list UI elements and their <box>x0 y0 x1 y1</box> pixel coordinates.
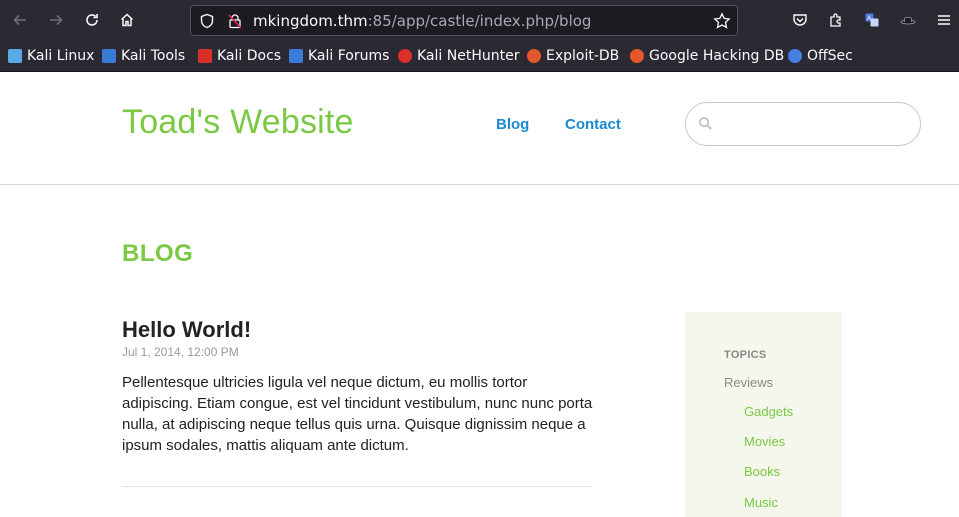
profile-button[interactable] <box>896 8 920 32</box>
bookmark-kali-linux[interactable]: Kali Linux <box>8 47 94 65</box>
bookmark-kali-tools[interactable]: Kali Tools <box>102 47 185 65</box>
url-host: mkingdom.thm <box>253 12 368 30</box>
topic-reviews[interactable]: Reviews <box>724 375 773 390</box>
home-button[interactable] <box>115 8 139 32</box>
topic-books-link[interactable]: Books <box>744 464 780 479</box>
browser-toolbar: mkingdom.thm:85/app/castle/index.php/blo… <box>0 0 959 40</box>
pocket-button[interactable] <box>788 8 812 32</box>
post-divider <box>122 486 592 487</box>
hamburger-icon <box>938 15 950 25</box>
web-page: Toad's Website Blog Contact BLOG Hello W… <box>0 73 959 517</box>
hat-icon <box>900 16 916 25</box>
shield-icon[interactable] <box>199 13 215 29</box>
puzzle-icon <box>830 13 841 27</box>
translate-button[interactable]: A <box>860 8 884 32</box>
topic-movies-link[interactable]: Movies <box>744 434 785 449</box>
search-box[interactable] <box>685 102 921 146</box>
exploit-db-icon <box>527 49 541 63</box>
reload-icon <box>86 14 98 26</box>
offsec-icon <box>788 49 802 63</box>
menu-button[interactable] <box>932 8 956 32</box>
url-path: :85/app/castle/index.php/blog <box>367 12 592 30</box>
bookmark-offsec[interactable]: OffSec <box>788 47 853 65</box>
search-icon <box>698 116 712 130</box>
bookmark-google-hacking-db[interactable]: Google Hacking DB <box>630 47 784 65</box>
kali-forums-icon <box>289 49 303 63</box>
address-bar[interactable]: mkingdom.thm:85/app/castle/index.php/blo… <box>190 5 738 36</box>
forward-arrow-icon <box>50 14 63 26</box>
post-date: Jul 1, 2014, 12:00 PM <box>122 345 239 359</box>
nav-blog-link[interactable]: Blog <box>496 116 529 133</box>
bookmark-label: Kali Forums <box>308 48 390 64</box>
nav-contact-link[interactable]: Contact <box>565 116 621 133</box>
bookmark-kali-docs[interactable]: Kali Docs <box>198 47 281 65</box>
topics-sidebar: TOPICS Reviews Gadgets Movies Books Musi… <box>685 312 842 517</box>
url-text[interactable]: mkingdom.thm:85/app/castle/index.php/blo… <box>253 12 591 30</box>
kali-docs-icon <box>198 49 212 63</box>
nethunter-icon <box>398 49 412 63</box>
bookmark-label: Kali Linux <box>27 48 95 64</box>
home-icon <box>120 13 134 27</box>
bookmark-label: Exploit-DB <box>546 48 620 64</box>
bookmark-label: Google Hacking DB <box>649 48 785 64</box>
bookmark-kali-forums[interactable]: Kali Forums <box>289 47 389 65</box>
topics-heading: TOPICS <box>724 349 767 361</box>
insecure-lock-icon[interactable] <box>227 13 243 29</box>
bookmarks-bar: Kali Linux Kali Tools Kali Docs Kali For… <box>0 40 959 72</box>
kali-tools-icon <box>102 49 116 63</box>
bookmark-kali-nethunter[interactable]: Kali NetHunter <box>398 47 519 65</box>
page-heading: BLOG <box>122 240 194 267</box>
kali-dragon-icon <box>8 49 22 63</box>
bookmark-star-icon[interactable] <box>713 12 731 30</box>
site-header: Toad's Website Blog Contact <box>0 73 959 185</box>
topic-gadgets-link[interactable]: Gadgets <box>744 404 793 419</box>
bookmark-exploit-db[interactable]: Exploit-DB <box>527 47 619 65</box>
post-title[interactable]: Hello World! <box>122 317 251 343</box>
search-input[interactable] <box>720 111 910 137</box>
back-button[interactable] <box>8 8 32 32</box>
translate-icon: A <box>865 13 879 27</box>
extensions-button[interactable] <box>824 8 848 32</box>
forward-button[interactable] <box>44 8 68 32</box>
bookmark-label: Kali Docs <box>217 48 282 64</box>
reload-button[interactable] <box>80 8 104 32</box>
site-title[interactable]: Toad's Website <box>122 103 354 142</box>
pocket-icon <box>793 14 807 26</box>
bookmark-label: Kali NetHunter <box>417 48 520 64</box>
topic-music-link[interactable]: Music <box>744 495 778 510</box>
post-body: Pellentesque ultricies ligula vel neque … <box>122 374 593 454</box>
ghdb-icon <box>630 49 644 63</box>
bookmark-label: OffSec <box>807 48 853 64</box>
bookmark-label: Kali Tools <box>121 48 186 64</box>
back-arrow-icon <box>13 14 26 26</box>
